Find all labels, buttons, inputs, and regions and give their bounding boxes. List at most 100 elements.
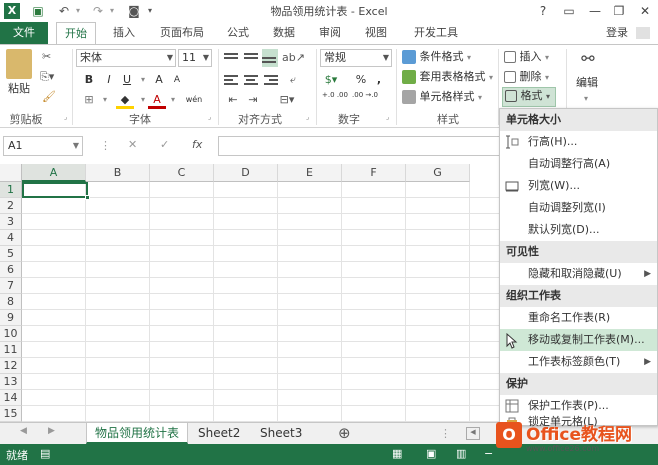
font-launcher-icon[interactable]: ⌟ — [208, 113, 211, 121]
paste-icon[interactable] — [6, 49, 32, 79]
font-size-combo[interactable]: 11 ▼ — [178, 49, 212, 67]
align-top-icon[interactable] — [224, 51, 240, 65]
cancel-button[interactable]: ✕ — [128, 138, 137, 151]
align-left-icon[interactable] — [224, 73, 240, 87]
column-header[interactable]: B — [86, 164, 150, 182]
tab-data[interactable]: 数据 — [264, 22, 304, 44]
insert-cells-button[interactable]: 插入 ▾ — [504, 49, 549, 66]
row-header[interactable]: 6 — [0, 262, 22, 278]
tab-insert[interactable]: 插入 — [104, 22, 144, 44]
ribbon-display-icon[interactable]: ▭ — [558, 2, 580, 20]
phonetic-button[interactable]: wén — [182, 91, 206, 109]
menu-item-rename-sheet[interactable]: 重命名工作表(R) — [500, 307, 657, 329]
comma-button[interactable]: , — [370, 71, 388, 89]
formula-input[interactable] — [218, 136, 500, 156]
copy-icon[interactable]: ⎘▾ — [40, 69, 54, 85]
currency-icon[interactable]: $▾ — [322, 71, 340, 89]
column-header[interactable]: E — [278, 164, 342, 182]
row-header[interactable]: 5 — [0, 246, 22, 262]
format-painter-icon[interactable]: 🖌 — [42, 89, 56, 105]
menu-item-hide-unhide[interactable]: 隐藏和取消隐藏(U) ▶ — [500, 263, 657, 285]
menu-item-move-copy-sheet[interactable]: 移动或复制工作表(M)... — [500, 329, 657, 351]
row-header[interactable]: 9 — [0, 310, 22, 326]
sheet-tab-1[interactable]: Sheet2 — [190, 423, 248, 444]
row-header[interactable]: 10 — [0, 326, 22, 342]
tab-review[interactable]: 审阅 — [310, 22, 350, 44]
menu-item-protect-sheet[interactable]: 保护工作表(P)... — [500, 395, 657, 417]
select-all-corner[interactable] — [0, 164, 22, 182]
clipboard-launcher-icon[interactable]: ⌟ — [64, 113, 67, 121]
fill-color-icon[interactable]: ◆ — [116, 91, 134, 109]
tab-file[interactable]: 文件 — [0, 22, 48, 44]
decrease-decimal-button[interactable]: .00 →.0 — [352, 91, 378, 109]
tab-formulas[interactable]: 公式 — [218, 22, 258, 44]
add-sheet-button[interactable]: ⊕ — [338, 424, 351, 442]
fill-handle[interactable] — [85, 195, 90, 200]
delete-cells-button[interactable]: 删除 ▾ — [504, 69, 549, 86]
restore-button[interactable]: ❐ — [608, 2, 630, 20]
sheet-tab-0[interactable]: 物品领用统计表 — [86, 423, 189, 444]
shrink-font-button[interactable]: A — [168, 71, 186, 89]
minimize-button[interactable]: — — [584, 2, 606, 20]
menu-item-default-width[interactable]: 默认列宽(D)... — [500, 219, 657, 241]
align-middle-icon[interactable] — [244, 51, 260, 65]
sign-in-link[interactable]: 登录 — [606, 22, 628, 44]
column-header[interactable]: A — [22, 164, 86, 182]
row-header[interactable]: 15 — [0, 406, 22, 422]
percent-button[interactable]: % — [352, 71, 370, 89]
row-header[interactable]: 2 — [0, 198, 22, 214]
active-cell-a1[interactable] — [22, 182, 88, 198]
row-header[interactable]: 12 — [0, 358, 22, 374]
border-dropdown-icon[interactable]: ▾ — [96, 91, 114, 109]
bold-button[interactable]: B — [80, 71, 98, 89]
worksheet-grid[interactable]: ABCDEFG 1 2 3 4 5 6 7 8 9 10 11 12 13 14 15 — [0, 164, 500, 422]
row-header[interactable]: 3 — [0, 214, 22, 230]
font-color-dropdown-icon[interactable]: ▾ — [164, 91, 182, 109]
editing-dropdown-icon[interactable]: ▾ — [584, 91, 588, 107]
increase-indent-icon[interactable]: ⇥ — [244, 91, 262, 109]
menu-item-autofit-row-height[interactable]: 自动调整行高(A) — [500, 153, 657, 175]
menu-item-row-height[interactable]: 行高(H)... — [500, 131, 657, 153]
wrap-text-icon[interactable]: ⤶ — [284, 71, 302, 89]
menu-item-tab-color[interactable]: 工作表标签颜色(T) ▶ — [500, 351, 657, 373]
column-header[interactable]: C — [150, 164, 214, 182]
close-button[interactable]: ✕ — [634, 2, 656, 20]
tab-view[interactable]: 视图 — [356, 22, 396, 44]
grow-font-button[interactable]: A — [150, 71, 168, 89]
column-header[interactable]: F — [342, 164, 406, 182]
increase-decimal-button[interactable]: +.0 .00 — [322, 91, 348, 109]
row-header[interactable]: 11 — [0, 342, 22, 358]
tab-page-layout[interactable]: 页面布局 — [152, 22, 212, 44]
orientation-icon[interactable]: ab↗ — [282, 49, 305, 67]
scroll-prev-sheet-icon[interactable]: ◀ — [20, 426, 27, 436]
enter-button[interactable]: ✓ — [160, 138, 169, 151]
page-break-view-icon[interactable]: ▥ — [456, 447, 466, 460]
row-header[interactable]: 8 — [0, 294, 22, 310]
account-icon[interactable] — [636, 27, 650, 39]
align-bottom-icon[interactable] — [262, 49, 278, 67]
conditional-formatting-button[interactable]: 条件格式 ▾ — [402, 49, 471, 66]
tab-developer[interactable]: 开发工具 — [404, 22, 468, 44]
scroll-left-icon[interactable]: ◀ — [466, 427, 480, 440]
scroll-next-sheet-icon[interactable]: ▶ — [48, 426, 55, 436]
row-header[interactable]: 1 — [0, 182, 22, 198]
align-right-icon[interactable] — [264, 73, 280, 87]
help-button[interactable]: ? — [532, 2, 554, 20]
find-binoculars-icon[interactable]: ⚯ — [578, 49, 598, 71]
row-header[interactable]: 13 — [0, 374, 22, 390]
macro-record-icon[interactable]: ▤ — [40, 447, 50, 460]
alignment-launcher-icon[interactable]: ⌟ — [306, 113, 309, 121]
normal-view-icon[interactable]: ▦ — [392, 447, 402, 460]
column-header[interactable]: D — [214, 164, 278, 182]
decrease-indent-icon[interactable]: ⇤ — [224, 91, 242, 109]
menu-item-autofit-column-width[interactable]: 自动调整列宽(I) — [500, 197, 657, 219]
insert-function-button[interactable]: fx — [192, 138, 202, 151]
editing-button[interactable]: 编辑 — [576, 75, 598, 91]
column-header[interactable]: G — [406, 164, 470, 182]
merge-center-icon[interactable]: ⊟▾ — [278, 91, 296, 109]
row-header[interactable]: 4 — [0, 230, 22, 246]
cut-icon[interactable]: ✂ — [42, 49, 51, 65]
sheet-tab-2[interactable]: Sheet3 — [252, 423, 310, 444]
number-format-combo[interactable]: 常规 ▼ — [320, 49, 392, 67]
number-launcher-icon[interactable]: ⌟ — [386, 113, 389, 121]
